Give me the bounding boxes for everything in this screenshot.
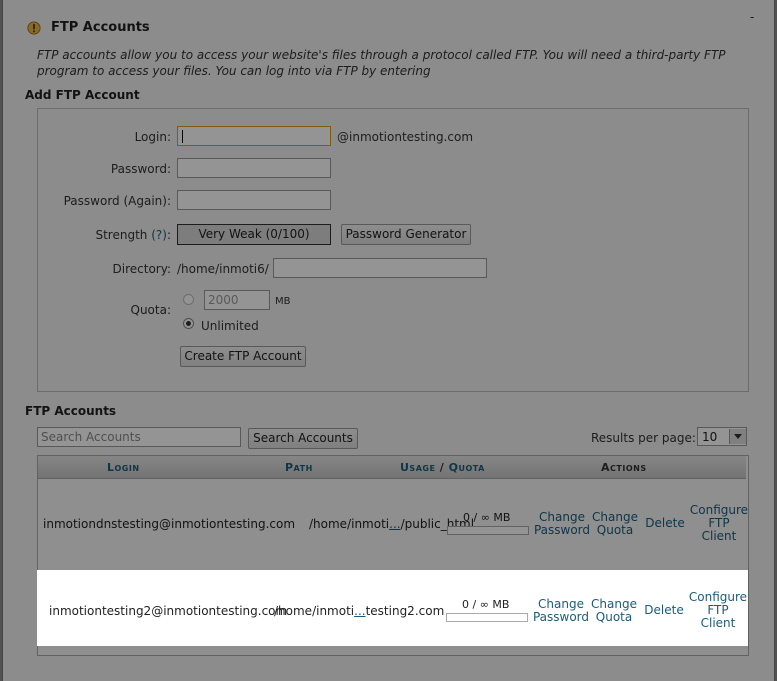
quota-limited-radio[interactable] xyxy=(183,294,194,305)
text-cursor xyxy=(182,130,183,143)
ftp-accounts-heading: FTP Accounts xyxy=(25,404,117,418)
link-line: Quota xyxy=(595,610,633,624)
link-line: Client xyxy=(701,529,737,543)
unlimited-label: Unlimited xyxy=(201,319,259,333)
quota-unit: MB xyxy=(275,296,291,307)
password-again-label: Password (Again): xyxy=(63,194,171,208)
column-quota[interactable]: Quota xyxy=(449,461,485,474)
row-usage: 0 / ∞ MB xyxy=(462,598,510,611)
password-generator-button[interactable]: Password Generator xyxy=(341,224,471,245)
results-per-page-select[interactable]: 10 xyxy=(697,427,747,446)
quota-input[interactable]: 2000 xyxy=(204,290,270,310)
link-line: Quota xyxy=(596,523,634,537)
column-slash: / xyxy=(439,461,445,474)
ftp-warning-icon xyxy=(27,21,41,35)
path-expand-link[interactable]: ... xyxy=(354,604,365,618)
link-line: Password xyxy=(532,610,590,624)
strength-label: Strength (?): xyxy=(31,228,171,242)
delete-link[interactable]: Delete xyxy=(642,604,686,617)
column-usage-quota: Usage / Quota xyxy=(400,461,485,474)
chevron-down-icon xyxy=(729,429,746,444)
create-ftp-account-button[interactable]: Create FTP Account xyxy=(180,346,306,367)
configure-ftp-client-link[interactable]: Configure FTP Client xyxy=(688,591,748,630)
login-input[interactable] xyxy=(177,126,331,146)
page-description: FTP accounts allow you to access your we… xyxy=(37,48,726,78)
directory-label: Directory: xyxy=(112,262,171,276)
row-login: inmotiondnstesting@inmotiontesting.com xyxy=(43,517,296,531)
strength-colon: : xyxy=(166,228,171,242)
directory-input[interactable] xyxy=(273,258,487,278)
results-per-page-label: Results per page: xyxy=(591,431,696,445)
strength-label-text: Strength xyxy=(95,228,148,242)
usage-bar xyxy=(447,526,529,535)
add-ftp-account-heading: Add FTP Account xyxy=(25,88,140,102)
directory-prefix: /home/inmoti6/ xyxy=(177,262,269,276)
column-path[interactable]: Path xyxy=(285,461,313,474)
change-password-link[interactable]: Change Password xyxy=(532,598,590,624)
link-line: Client xyxy=(700,616,736,630)
domain-suffix: @inmotiontesting.com xyxy=(337,130,474,144)
change-quota-link[interactable]: Change Quota xyxy=(591,511,639,537)
login-label: Login: xyxy=(134,130,171,144)
delete-link[interactable]: Delete xyxy=(643,517,687,530)
page-title: FTP Accounts xyxy=(51,20,150,35)
row-usage: 0 / ∞ MB xyxy=(463,511,511,524)
results-per-page-value: 10 xyxy=(702,430,718,444)
column-login[interactable]: Login xyxy=(107,461,140,474)
configure-ftp-client-link[interactable]: Configure FTP Client xyxy=(689,504,749,543)
path-expand-link[interactable]: ... xyxy=(389,517,400,531)
link-line: Password xyxy=(533,523,591,537)
password-label: Password: xyxy=(110,162,171,176)
column-usage[interactable]: Usage xyxy=(400,461,435,474)
quota-unlimited-radio[interactable] xyxy=(183,318,194,329)
password-strength-meter: Very Weak (0/100) xyxy=(177,224,331,245)
add-ftp-account-panel xyxy=(37,108,749,392)
search-accounts-button[interactable]: Search Accounts xyxy=(248,428,358,449)
usage-bar xyxy=(446,613,528,622)
path-end: testing2.com xyxy=(365,604,445,618)
row-path: /home/inmoti...testing2.com xyxy=(274,604,444,618)
minimize-button[interactable]: - xyxy=(750,10,754,24)
path-start: /home/inmoti xyxy=(274,604,355,618)
strength-help-link[interactable]: (?) xyxy=(151,228,167,242)
row-login: inmotiontesting2@inmotiontesting.com xyxy=(49,604,288,618)
quota-label: Quota: xyxy=(130,303,172,317)
change-quota-link[interactable]: Change Quota xyxy=(590,598,638,624)
path-start: /home/inmoti xyxy=(309,517,390,531)
change-password-link[interactable]: Change Password xyxy=(533,511,591,537)
column-actions: Actions xyxy=(601,461,647,474)
search-accounts-input[interactable]: Search Accounts xyxy=(37,427,241,447)
password-input[interactable] xyxy=(177,158,331,178)
password-again-input[interactable] xyxy=(177,190,331,210)
